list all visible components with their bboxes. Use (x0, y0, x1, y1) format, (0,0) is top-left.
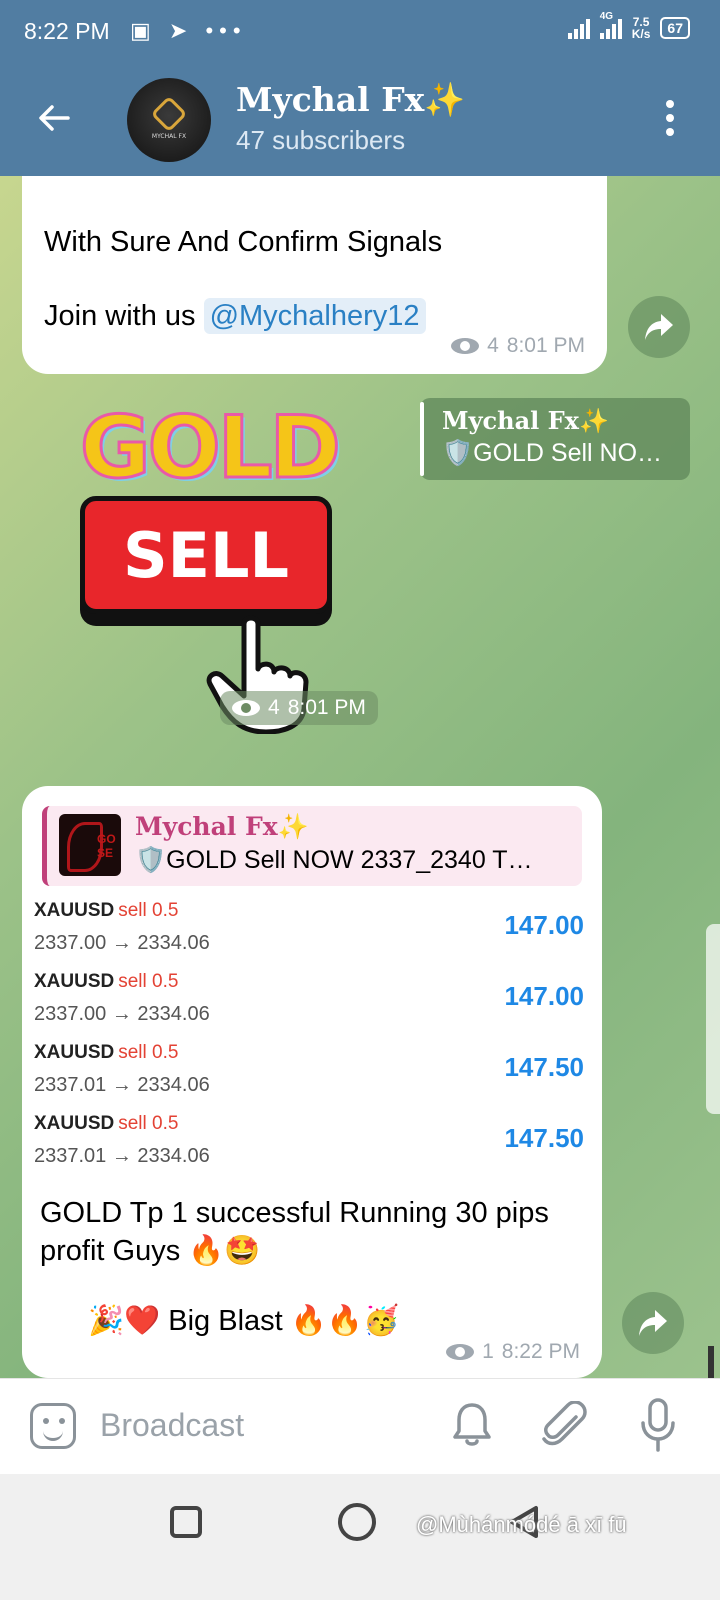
views-icon (451, 338, 480, 354)
trade-side: sell 0.5 (118, 971, 179, 992)
avatar-label: MYCHAL FX (151, 132, 187, 140)
top-bar: 8:22 PM ▣ ➤ ••• 4G 7.5 K/s 67 MYCHAL FX … (0, 0, 720, 176)
reply-quote[interactable]: Mychal Fx✨ 🛡️GOLD Sell NOW 2337_2340 T… (42, 806, 582, 886)
channel-avatar[interactable]: MYCHAL FX (127, 78, 211, 162)
trade-row: XAUUSD sell 0.5 2337.00 → 2334.06 147.00 (34, 896, 584, 967)
message-text-tp: GOLD Tp 1 successful Running 30 pips pro… (40, 1197, 549, 1267)
trade-side: sell 0.5 (118, 900, 179, 921)
sticker-emoji-icon[interactable] (30, 1403, 76, 1449)
message-bubble-signals[interactable]: With Sure And Confirm Signals Join with … (22, 176, 607, 374)
trade-symbol-line: XAUUSD sell 0.5 (34, 971, 178, 993)
message-time: 8:01 PM (287, 696, 366, 719)
reply-text: 🛡️GOLD Sell NO… (442, 439, 663, 467)
message-meta: 4 8:01 PM (451, 334, 585, 358)
battery-icon: 67 (660, 17, 690, 39)
message-text-join: Join with us @Mychalhery12 (44, 298, 426, 334)
message-text: With Sure And Confirm Signals (44, 226, 443, 258)
recent-apps-icon[interactable] (170, 1506, 202, 1538)
views-icon (232, 700, 260, 716)
side-panel-handle[interactable] (706, 924, 720, 1114)
views-icon (446, 1344, 475, 1360)
message-time: 8:01 PM (506, 334, 585, 357)
quote-author: Mychal Fx✨ (135, 812, 309, 841)
share-button[interactable] (622, 1292, 684, 1354)
trade-side: sell 0.5 (118, 1113, 179, 1134)
signal-4g-icon: 4G (599, 11, 622, 39)
sticker-gold-text: GOLD (79, 397, 343, 500)
message-meta: 1 8:22 PM (446, 1340, 580, 1364)
trade-symbol: XAUUSD (34, 1042, 115, 1063)
message-time: 8:22 PM (501, 1340, 580, 1363)
net-speed-unit: K/s (631, 27, 651, 41)
trade-profit: 147.50 (504, 1052, 584, 1082)
trade-profit: 147.00 (504, 981, 584, 1011)
trade-prices: 2337.00 → 2334.06 (34, 932, 210, 954)
view-count: 4 (268, 696, 280, 719)
view-count: 1 (482, 1340, 494, 1363)
join-text: Join with us (44, 300, 196, 332)
trade-symbol: XAUUSD (34, 900, 115, 921)
scrollbar[interactable] (708, 1346, 714, 1380)
status-notification-icons: ▣ ➤ ••• (130, 18, 247, 44)
trade-profit: 147.00 (504, 910, 584, 940)
sticker-meta: 4 8:01 PM (220, 691, 378, 725)
trade-list: XAUUSD sell 0.5 2337.00 → 2334.06 147.00 … (34, 896, 584, 1180)
sticker-sell-text: SELL (122, 518, 290, 592)
trade-symbol: XAUUSD (34, 1113, 115, 1134)
share-button[interactable] (628, 296, 690, 358)
channel-logo-icon (150, 95, 188, 132)
network-label: 4G (599, 11, 614, 22)
channel-title[interactable]: Mychal Fx✨ (236, 80, 465, 120)
share-arrow-icon (639, 1310, 667, 1336)
sticker-reply-quote[interactable]: Mychal Fx✨ 🛡️GOLD Sell NO… (420, 398, 690, 480)
status-time: 8:22 PM (24, 18, 110, 44)
trade-prices: 2337.01 → 2334.06 (34, 1074, 210, 1096)
more-menu-icon[interactable] (664, 100, 676, 136)
attach-icon[interactable] (540, 1401, 590, 1451)
trade-symbol: XAUUSD (34, 971, 115, 992)
message-bubble-report[interactable]: Mychal Fx✨ 🛡️GOLD Sell NOW 2337_2340 T… … (22, 786, 602, 1378)
trade-row: XAUUSD sell 0.5 2337.01 → 2334.06 147.50 (34, 1109, 584, 1180)
telegram-icon: ➤ (168, 18, 194, 43)
sticker-sell-button: SELL (80, 496, 332, 614)
trade-prices: 2337.01 → 2334.06 (34, 1145, 210, 1167)
notification-icon: ▣ (130, 18, 157, 43)
status-right-icons: 4G 7.5 K/s 67 (567, 11, 690, 40)
more-dots-icon: ••• (205, 18, 247, 43)
status-bar: 8:22 PM ▣ ➤ ••• 4G 7.5 K/s 67 (0, 0, 720, 62)
trade-symbol-line: XAUUSD sell 0.5 (34, 1113, 178, 1135)
back-arrow-icon[interactable] (36, 100, 72, 136)
share-arrow-icon (645, 314, 673, 340)
trade-row: XAUUSD sell 0.5 2337.00 → 2334.06 147.00 (34, 967, 584, 1038)
trade-prices: 2337.00 → 2334.06 (34, 1003, 210, 1025)
trade-side: sell 0.5 (118, 1042, 179, 1063)
broadcast-input[interactable]: Broadcast (100, 1407, 244, 1444)
gold-sell-sticker[interactable]: GOLD SELL (72, 386, 352, 734)
signal-icon (567, 17, 590, 39)
message-text-blast: 🎉❤️ Big Blast 🔥🔥🥳 (88, 1305, 400, 1337)
navigation-bar: @Mùhánmódé ā xī fū (0, 1474, 720, 1600)
watermark: @Mùhánmódé ā xī fū (416, 1512, 627, 1537)
quote-text: 🛡️GOLD Sell NOW 2337_2340 T… (135, 846, 533, 874)
trade-symbol-line: XAUUSD sell 0.5 (34, 900, 178, 922)
mention-link[interactable]: @Mychalhery12 (203, 298, 426, 334)
view-count: 4 (487, 334, 499, 357)
chat-area[interactable]: With Sure And Confirm Signals Join with … (0, 176, 720, 1406)
message-composer: Broadcast (0, 1378, 720, 1474)
subscriber-count: 47 subscribers (236, 125, 406, 155)
trade-row: XAUUSD sell 0.5 2337.01 → 2334.06 147.50 (34, 1038, 584, 1109)
trade-symbol-line: XAUUSD sell 0.5 (34, 1042, 178, 1064)
trade-profit: 147.50 (504, 1123, 584, 1153)
quote-thumbnail (59, 814, 121, 876)
microphone-icon[interactable] (638, 1397, 678, 1453)
bell-icon[interactable] (452, 1399, 492, 1449)
reply-author: Mychal Fx✨ (442, 406, 609, 435)
home-icon[interactable] (338, 1503, 376, 1541)
net-speed: 7.5 K/s (632, 16, 651, 40)
